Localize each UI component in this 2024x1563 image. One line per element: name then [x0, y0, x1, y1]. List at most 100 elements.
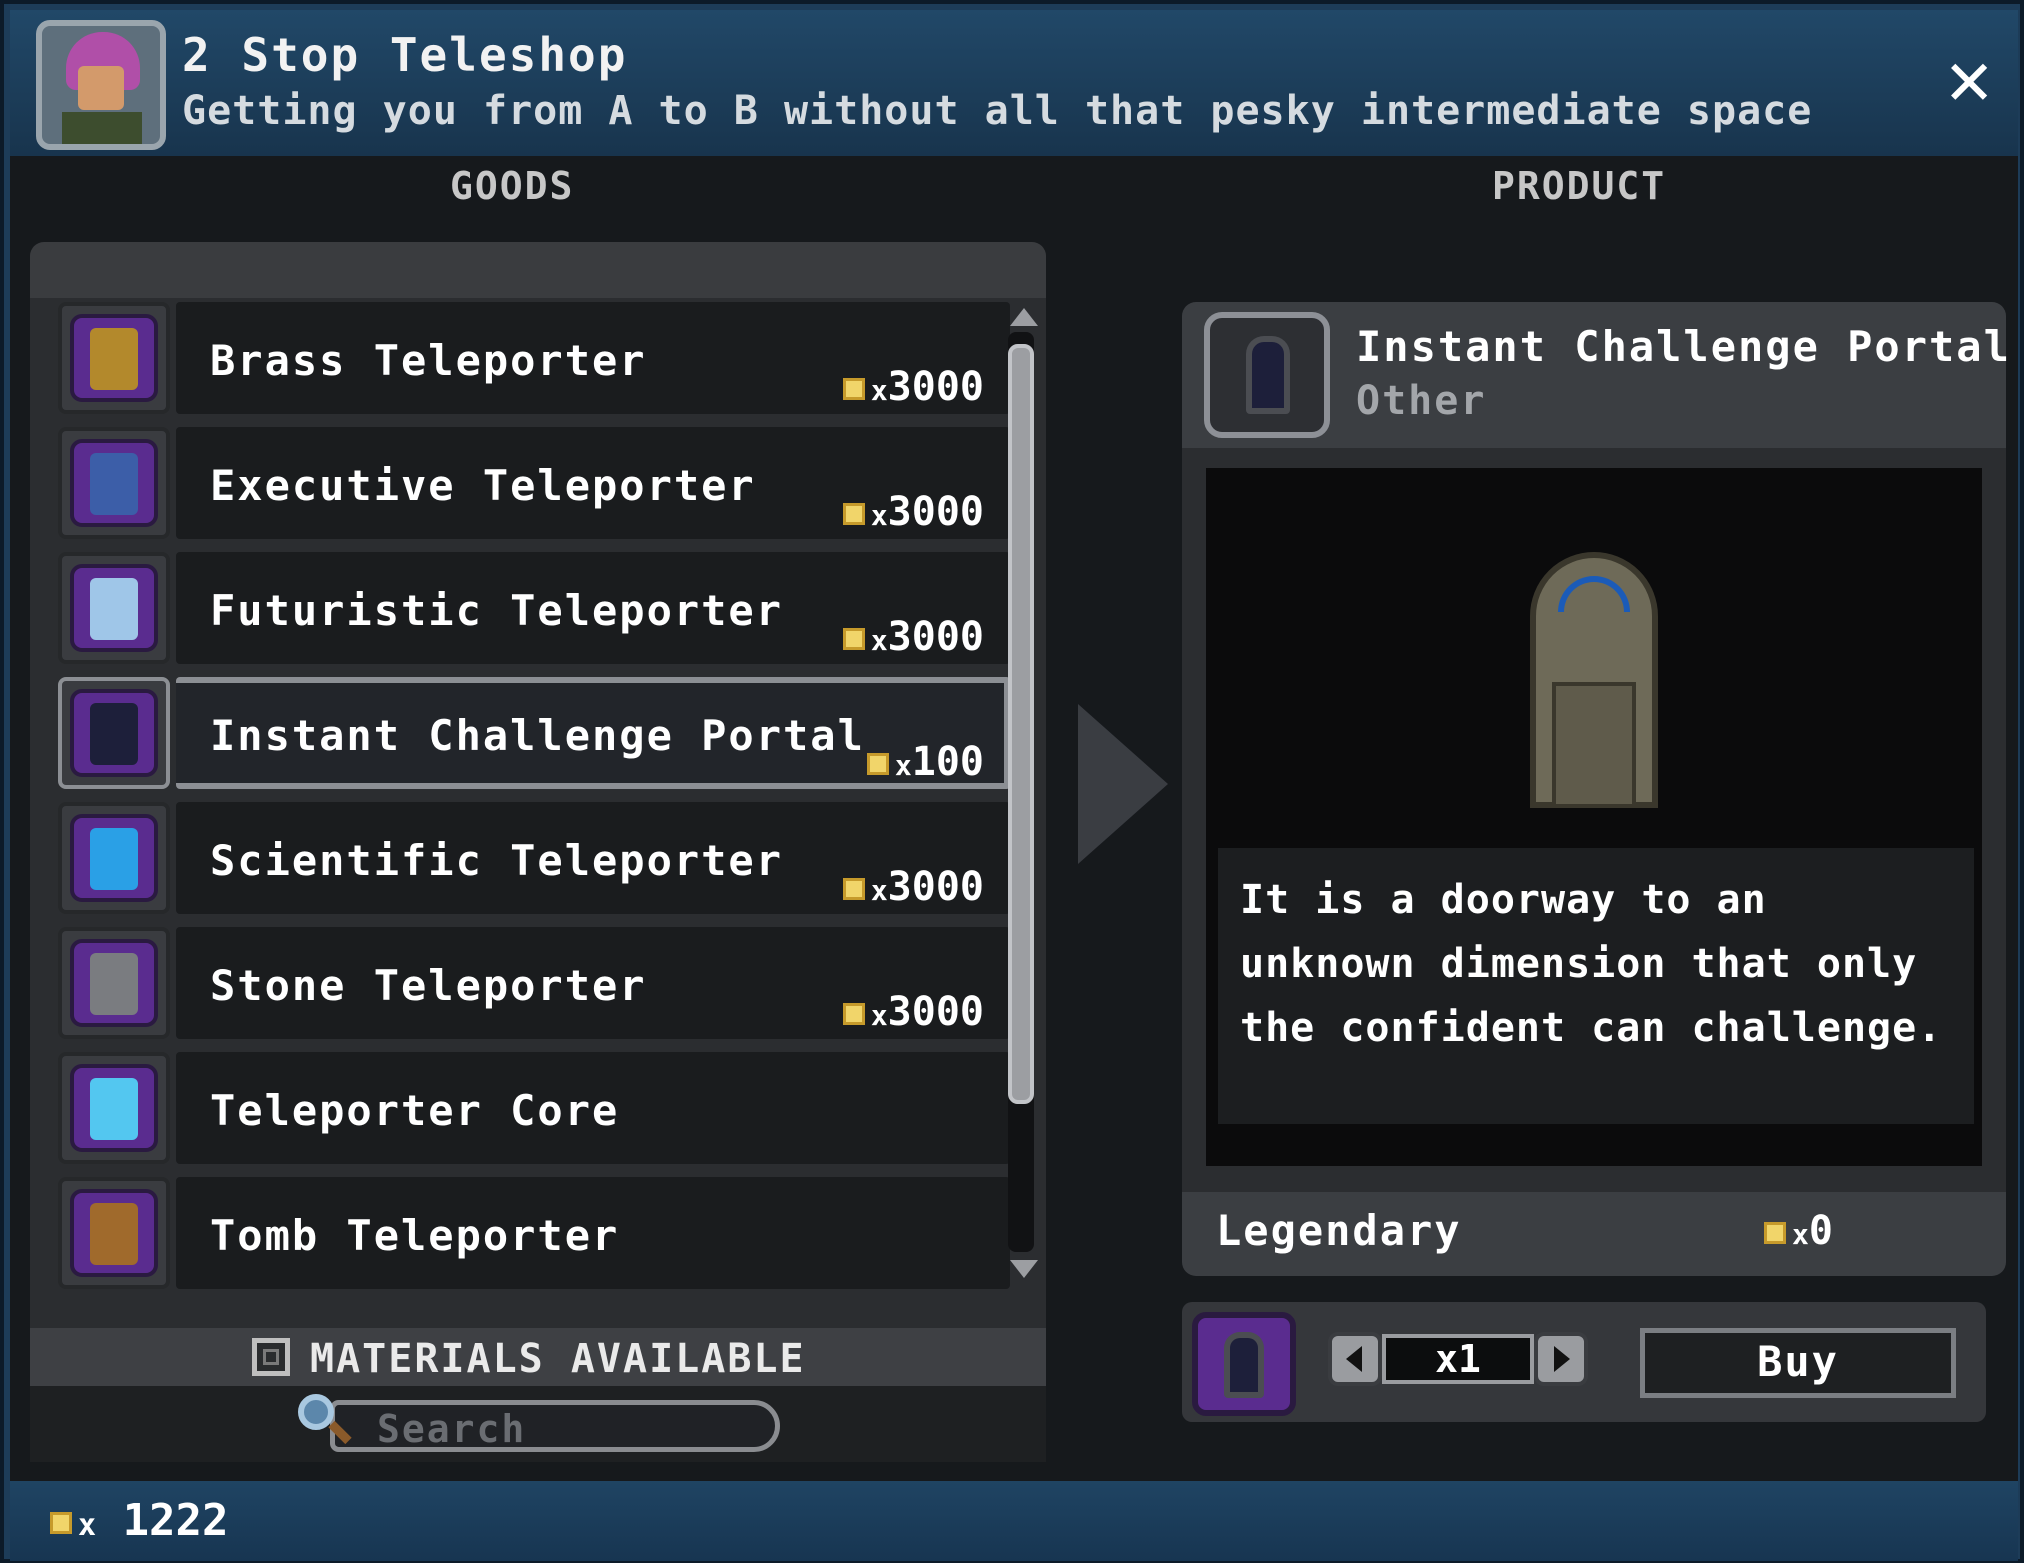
product-name: Instant Challenge Portal — [1356, 322, 2011, 371]
instant-challenge-portal-icon — [70, 689, 158, 777]
scroll-up-icon[interactable] — [1010, 308, 1038, 326]
product-footer: Legendary x0 — [1182, 1192, 2006, 1276]
goods-icon-frame — [58, 552, 170, 664]
goods-icon-frame — [58, 802, 170, 914]
goods-icon-frame — [58, 927, 170, 1039]
shop-subtitle: Getting you from A to B without all that… — [182, 88, 1813, 134]
merchant-portrait — [36, 20, 166, 150]
goods-icon-frame — [58, 427, 170, 539]
pixel-coin-icon — [842, 628, 865, 650]
goods-item-art — [90, 953, 138, 1015]
goods-name: Stone Teleporter — [210, 961, 647, 1010]
product-category: Other — [1356, 378, 1487, 424]
stone-teleporter-icon — [70, 939, 158, 1027]
executive-teleporter-icon — [70, 439, 158, 527]
scientific-teleporter-icon — [70, 814, 158, 902]
product-preview: It is a doorway to an unknown dimension … — [1206, 468, 1982, 1166]
pixel-coin-icon — [842, 878, 865, 900]
goods-column-header: GOODS — [450, 164, 575, 208]
goods-price: x3000 — [842, 614, 984, 660]
shop-footer: x 1222 — [10, 1481, 2018, 1561]
goods-item-art — [90, 828, 138, 890]
shop-window: 2 Stop Teleshop Getting you from A to B … — [0, 0, 2024, 1563]
goods-price: x3000 — [842, 489, 984, 535]
goods-panel-top — [30, 242, 1046, 298]
pixel-coin-icon — [842, 503, 865, 525]
product-icon — [1204, 312, 1330, 438]
quantity-field[interactable]: x1 — [1382, 1334, 1534, 1384]
goods-icon-frame — [58, 1052, 170, 1164]
goods-panel: Brass Teleporter x3000 Executive Teleporte… — [30, 242, 1046, 1462]
buy-item-icon — [1192, 1312, 1296, 1416]
pixel-coin-icon — [866, 753, 889, 775]
goods-row[interactable]: Stone Teleporter x3000 — [58, 923, 1010, 1039]
scroll-down-icon[interactable] — [1010, 1260, 1038, 1278]
scroll-thumb[interactable] — [1008, 344, 1034, 1104]
goods-row[interactable]: Executive Teleporter x3000 — [58, 423, 1010, 539]
buy-button[interactable]: Buy — [1640, 1328, 1956, 1398]
goods-item-art — [90, 1203, 138, 1265]
goods-name: Executive Teleporter — [210, 461, 756, 510]
goods-row[interactable]: Instant Challenge Portal x100 — [58, 673, 1010, 789]
goods-row[interactable]: Brass Teleporter x3000 — [58, 298, 1010, 414]
goods-item-art — [90, 1078, 138, 1140]
search-input[interactable]: Search — [330, 1400, 780, 1452]
product-body: It is a doorway to an unknown dimension … — [1182, 448, 2006, 1192]
portrait-face — [78, 66, 124, 110]
goods-scrollbar[interactable] — [1004, 308, 1038, 1278]
goods-price: x3000 — [842, 864, 984, 910]
chevron-right-icon — [1078, 704, 1168, 864]
player-pixels: x 1222 — [50, 1495, 229, 1546]
product-rarity: Legendary — [1216, 1206, 1462, 1255]
goods-name: Teleporter Core — [210, 1086, 620, 1135]
product-panel: Instant Challenge Portal Other It is a d… — [1182, 302, 2012, 1452]
product-column-header: PRODUCT — [1492, 164, 1667, 208]
goods-row[interactable]: Scientific Teleporter x3000 — [58, 798, 1010, 914]
materials-available-filter[interactable]: MATERIALS AVAILABLE — [30, 1328, 1046, 1386]
product-description-box: It is a doorway to an unknown dimension … — [1218, 848, 1974, 1124]
goods-name: Futuristic Teleporter — [210, 586, 784, 635]
goods-name: Brass Teleporter — [210, 336, 647, 385]
goods-name: Tomb Teleporter — [210, 1211, 620, 1260]
pixel-coin-icon — [842, 378, 865, 400]
brass-teleporter-icon — [70, 314, 158, 402]
goods-item-art — [90, 703, 138, 765]
goods-icon-frame — [58, 302, 170, 414]
pixel-coin-icon — [50, 1512, 72, 1534]
goods-icon-frame — [58, 1177, 170, 1289]
teleporter-core-icon — [70, 1064, 158, 1152]
search-icon — [298, 1394, 352, 1445]
close-icon[interactable]: ✕ — [1946, 40, 1992, 116]
buy-row: x1 Buy — [1182, 1302, 1986, 1422]
goods-name: Scientific Teleporter — [210, 836, 784, 885]
quantity-decrease-button[interactable] — [1328, 1332, 1382, 1386]
portal-icon — [1224, 1332, 1264, 1398]
futuristic-teleporter-icon — [70, 564, 158, 652]
portal-icon — [1246, 336, 1290, 414]
portal-preview-image — [1530, 552, 1658, 808]
goods-item-art — [90, 453, 138, 515]
goods-row[interactable]: Futuristic Teleporter x3000 — [58, 548, 1010, 664]
goods-list[interactable]: Brass Teleporter x3000 Executive Teleporte… — [30, 298, 1046, 1334]
goods-row[interactable]: Tomb Teleporter — [58, 1173, 1010, 1289]
tomb-teleporter-icon — [70, 1189, 158, 1277]
goods-price: x3000 — [842, 989, 984, 1035]
portrait-body — [62, 112, 142, 144]
search-placeholder: Search — [377, 1407, 527, 1451]
shop-main: GOODS PRODUCT Brass Teleporter x3000 Execu… — [10, 156, 2018, 1481]
pixel-coin-icon — [1764, 1222, 1786, 1244]
goods-name: Instant Challenge Portal — [210, 711, 865, 760]
product-description: It is a doorway to an unknown dimension … — [1240, 877, 1943, 1051]
materials-label: MATERIALS AVAILABLE — [310, 1336, 806, 1382]
product-cost: x0 — [1764, 1208, 1833, 1254]
search-row: Search — [30, 1386, 1046, 1462]
shop-header: 2 Stop Teleshop Getting you from A to B … — [10, 10, 2018, 156]
shop-title: 2 Stop Teleshop — [182, 28, 628, 82]
pixel-coin-icon — [842, 1003, 865, 1025]
goods-item-art — [90, 328, 138, 390]
goods-row[interactable]: Teleporter Core — [58, 1048, 1010, 1164]
quantity-increase-button[interactable] — [1534, 1332, 1588, 1386]
goods-item-art — [90, 578, 138, 640]
materials-checkbox[interactable] — [252, 1338, 290, 1376]
goods-price: x100 — [866, 739, 984, 785]
